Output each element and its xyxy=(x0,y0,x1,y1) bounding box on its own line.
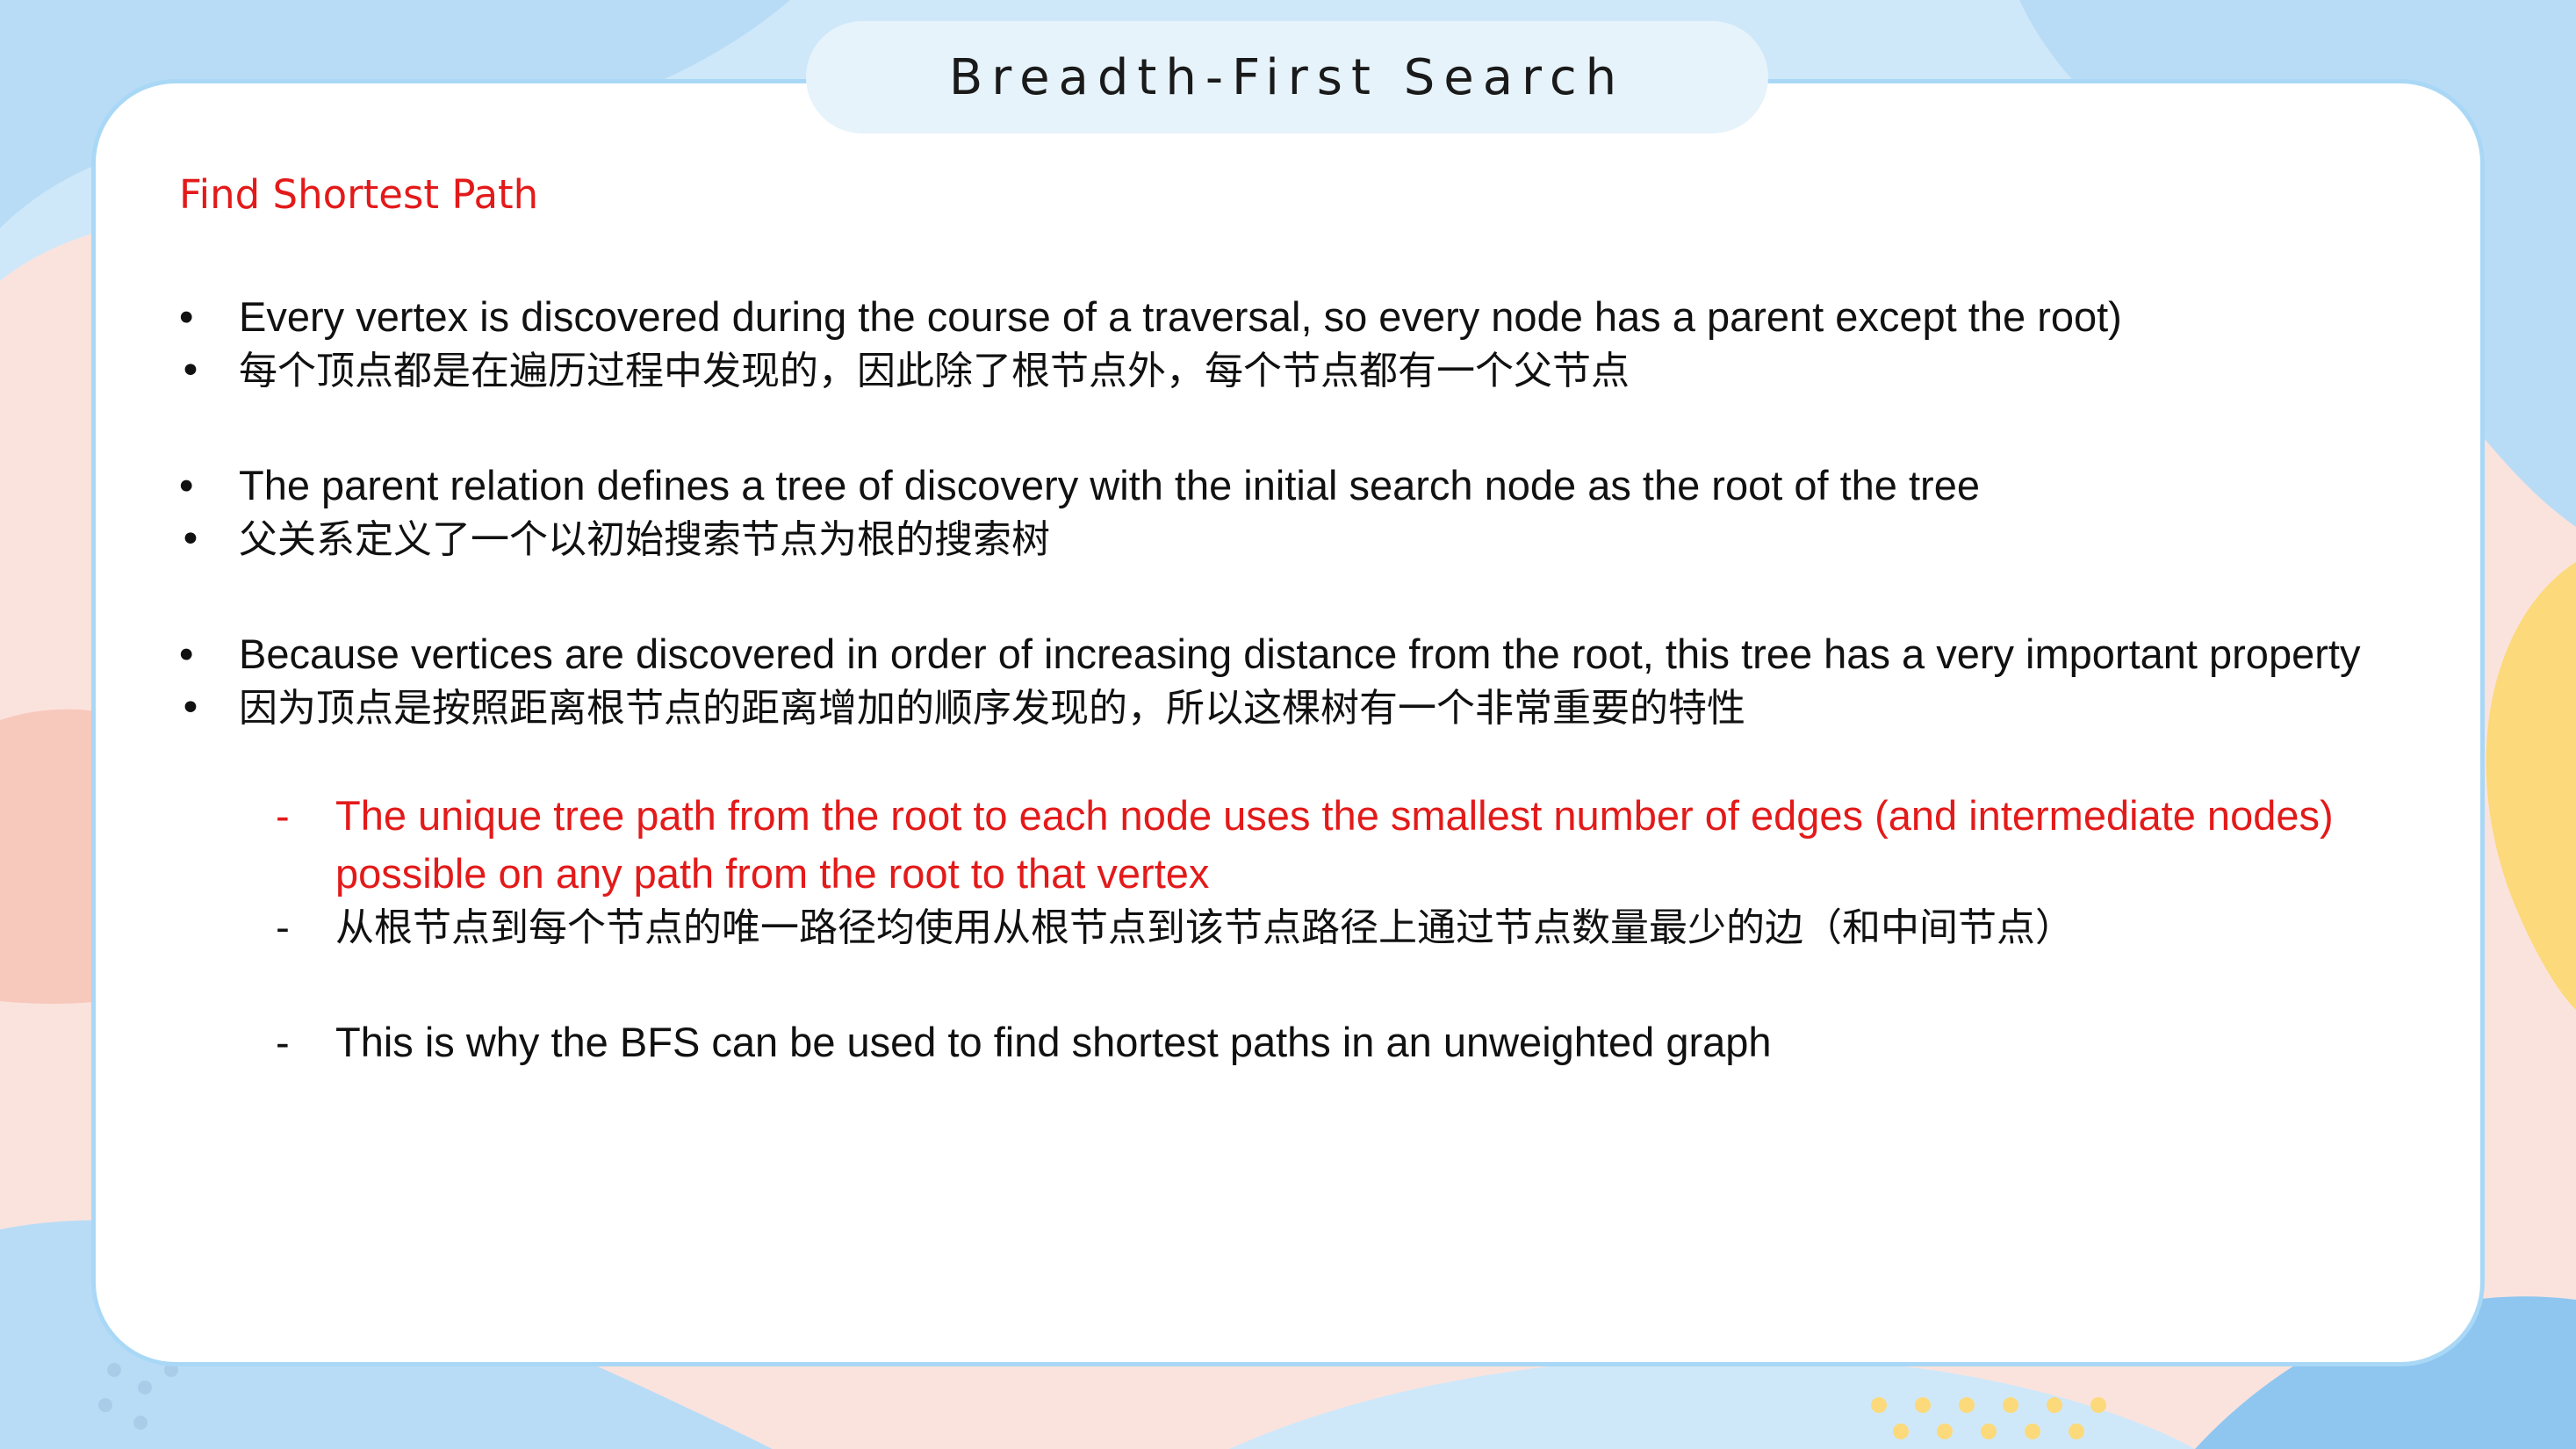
bullet-item: • 父关系定义了一个以初始搜索节点为根的搜索树 xyxy=(179,513,2427,567)
slide-content: Find Shortest Path • Every vertex is dis… xyxy=(179,167,2427,1071)
sub-item: - This is why the BFS can be used to fin… xyxy=(276,1013,2427,1071)
bullet-item: • The parent relation defines a tree of … xyxy=(179,457,2427,515)
bullet-marker: • xyxy=(179,349,202,393)
sub-item-text: The unique tree path from the root to ea… xyxy=(335,792,2334,897)
bullet-text: The parent relation defines a tree of di… xyxy=(239,462,1980,508)
bullet-marker: • xyxy=(179,631,194,677)
bullet-item: • Every vertex is discovered during the … xyxy=(179,288,2427,346)
sub-item-text: 从根节点到每个节点的唯一路径均使用从根节点到该节点路径上通过节点数量最少的边（和… xyxy=(335,905,2074,950)
dash-marker: - xyxy=(276,1019,290,1065)
bullet-marker: • xyxy=(179,462,194,508)
sub-item: - 从根节点到每个节点的唯一路径均使用从根节点到该节点路径上通过节点数量最少的边… xyxy=(276,901,2427,955)
dash-marker: - xyxy=(276,792,290,839)
slide-title: Breadth-First Search xyxy=(948,48,1626,106)
bullet-text: Because vertices are discovered in order… xyxy=(239,631,2361,677)
bullet-marker: • xyxy=(179,686,202,731)
title-pill: Breadth-First Search xyxy=(806,21,1768,133)
dash-marker: - xyxy=(276,905,290,950)
bullet-text: Every vertex is discovered during the co… xyxy=(239,293,2122,340)
sub-item-text: This is why the BFS can be used to find … xyxy=(335,1019,1772,1065)
bullet-text: 因为顶点是按照距离根节点的距离增加的顺序发现的，所以这棵树有一个非常重要的特性 xyxy=(239,686,1745,731)
bullet-item: • 每个顶点都是在遍历过程中发现的，因此除了根节点外，每个节点都有一个父节点 xyxy=(179,344,2427,399)
bullet-marker: • xyxy=(179,293,194,340)
sub-item: - The unique tree path from the root to … xyxy=(276,787,2427,903)
bullet-item: • 因为顶点是按照距离根节点的距离增加的顺序发现的，所以这棵树有一个非常重要的特… xyxy=(179,681,2427,736)
section-heading: Find Shortest Path xyxy=(179,171,539,218)
bullet-marker: • xyxy=(179,517,202,562)
bullet-item: • Because vertices are discovered in ord… xyxy=(179,625,2427,683)
bullet-text: 父关系定义了一个以初始搜索节点为根的搜索树 xyxy=(239,517,1050,562)
bullet-text: 每个顶点都是在遍历过程中发现的，因此除了根节点外，每个节点都有一个父节点 xyxy=(239,349,1630,393)
